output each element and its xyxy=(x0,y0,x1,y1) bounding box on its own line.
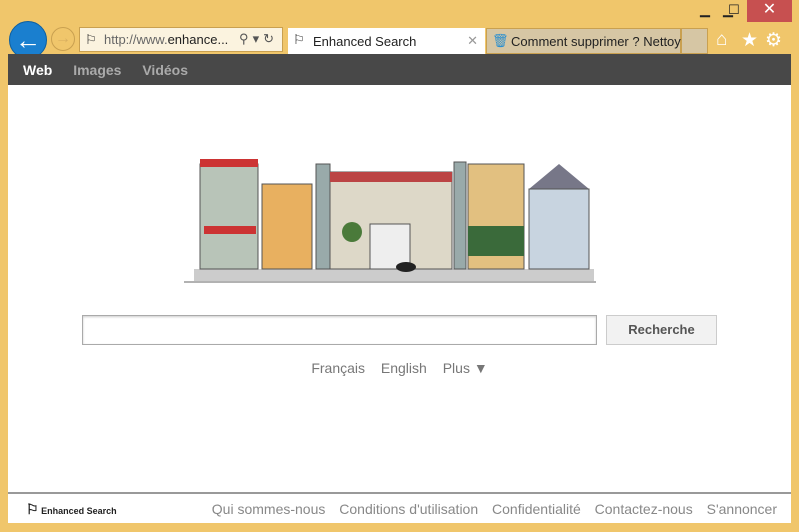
tab-title: Enhanced Search xyxy=(313,34,417,49)
logo-icon: ⚐ xyxy=(26,501,39,517)
url-prefix: http://www. xyxy=(104,32,168,47)
lang-english[interactable]: English xyxy=(381,360,427,376)
close-window-button[interactable]: ✕ xyxy=(747,0,792,22)
footer-logo[interactable]: ⚐ Enhanced Search xyxy=(26,501,117,518)
nav-web[interactable]: Web xyxy=(23,62,52,78)
lang-francais[interactable]: Français xyxy=(311,360,365,376)
search-button[interactable]: Recherche xyxy=(606,315,717,345)
new-tab-button[interactable] xyxy=(681,28,708,54)
tab-title: Comment supprimer ? Nettoy... xyxy=(511,34,691,49)
footer-link-advertise[interactable]: S'annoncer xyxy=(707,501,777,517)
logo-text: Enhanced Search xyxy=(41,506,117,516)
lang-more[interactable]: Plus ▼ xyxy=(443,360,488,376)
site-favicon: ⚐ xyxy=(85,32,97,47)
page-content: Web Images Vidéos Recherche Français Eng… xyxy=(8,54,791,523)
minimize-button[interactable]: ▁ xyxy=(690,0,720,22)
language-links: Français English Plus ▼ xyxy=(8,360,791,376)
footer-link-contact[interactable]: Contactez-nous xyxy=(595,501,693,517)
url-domain: enhance... xyxy=(167,32,229,47)
trash-icon: 🗑 xyxy=(492,33,509,48)
tab-comment-supprimer[interactable]: 🗑 Comment supprimer ? Nettoy... xyxy=(486,28,691,54)
arrow-right-icon: → xyxy=(55,30,71,47)
star-icon[interactable]: ★ xyxy=(741,29,758,52)
refresh-icon[interactable]: ↻ xyxy=(263,31,278,46)
forward-button[interactable]: → xyxy=(51,27,75,51)
gear-icon[interactable]: ⚙ xyxy=(765,29,782,52)
footer-link-about[interactable]: Qui sommes-nous xyxy=(212,501,326,517)
search-icon[interactable]: ⚲ xyxy=(239,31,253,46)
nav-images[interactable]: Images xyxy=(73,62,121,78)
maximize-button[interactable]: ☐ xyxy=(722,0,746,22)
footer-link-privacy[interactable]: Confidentialité xyxy=(492,501,581,517)
chevron-down-icon[interactable]: ▾ xyxy=(253,31,264,46)
nav-bar: Web Images Vidéos xyxy=(8,54,791,85)
footer-link-terms[interactable]: Conditions d'utilisation xyxy=(339,501,478,517)
site-favicon: ⚐ xyxy=(293,32,305,47)
nav-videos[interactable]: Vidéos xyxy=(142,62,188,78)
search-input[interactable] xyxy=(82,315,597,345)
tab-enhanced-search[interactable]: ⚐ Enhanced Search ✕ xyxy=(288,28,485,54)
arrow-left-icon: ← xyxy=(15,25,41,55)
home-icon[interactable]: ⌂ xyxy=(716,29,727,51)
close-tab-icon[interactable]: ✕ xyxy=(467,33,478,49)
street-illustration xyxy=(184,159,596,283)
address-bar[interactable]: ⚐ http://www.enhance... ⚲▾↻ xyxy=(79,27,283,52)
footer: ⚐ Enhanced Search Qui sommes-nous Condit… xyxy=(8,492,791,523)
